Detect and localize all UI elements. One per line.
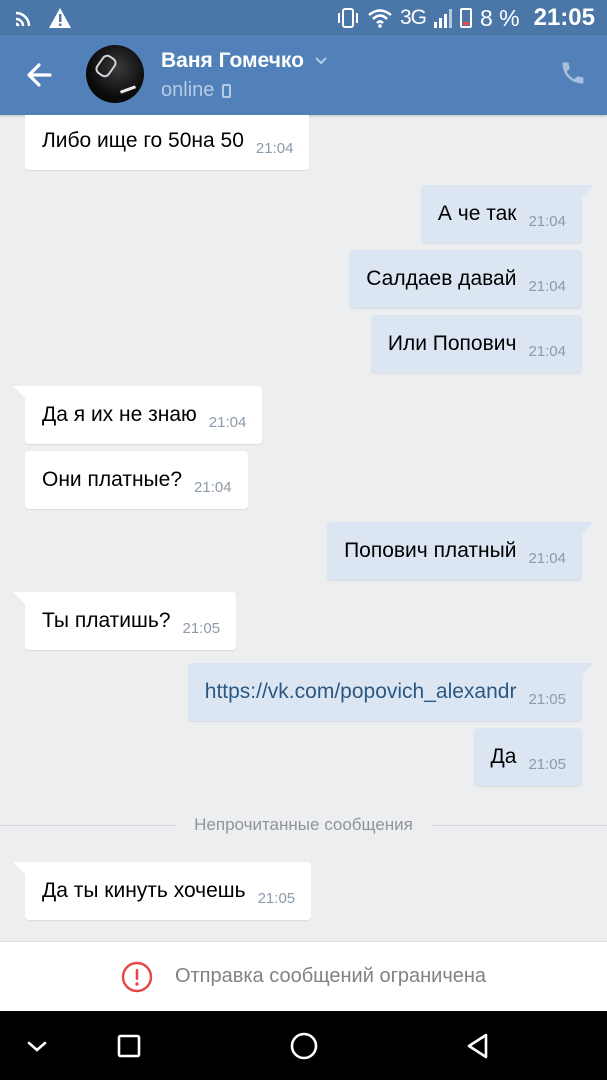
- warning-icon: [49, 8, 71, 28]
- network-type: 3G: [399, 6, 427, 29]
- message-outgoing[interactable]: https://vk.com/popovich_alexandr 21:05: [187, 663, 595, 721]
- message-time: 21:04: [528, 342, 566, 360]
- back-nav-button[interactable]: [461, 1029, 495, 1063]
- home-button[interactable]: [287, 1029, 321, 1063]
- circle-icon: [290, 1032, 318, 1060]
- message-time: 21:04: [528, 212, 566, 230]
- vibrate-icon: [337, 8, 358, 28]
- chat-header: Ваня Гомечко online: [0, 35, 607, 115]
- message-list[interactable]: Либо ище го 50на 50 21:04 А че так 21:04…: [0, 115, 607, 941]
- message-time: 21:04: [255, 139, 294, 157]
- unread-divider-label: Непрочитанные сообщения: [194, 815, 413, 834]
- message-time: 21:04: [528, 277, 566, 295]
- message-incoming[interactable]: Да я их не знаю 21:04: [12, 386, 263, 444]
- message-time: 21:05: [182, 619, 221, 637]
- message-text: Они платные?: [42, 468, 183, 491]
- mobile-icon: [222, 83, 232, 98]
- message-outgoing[interactable]: Да 21:05: [473, 728, 582, 786]
- cast-icon: [15, 11, 31, 27]
- message-time: 21:04: [208, 413, 247, 431]
- system-nav-bar: [0, 1011, 607, 1080]
- message-text: А че так: [437, 202, 517, 225]
- message-outgoing[interactable]: Салдаев давай 21:04: [349, 250, 582, 308]
- messaging-restricted-bar: Отправка сообщений ограничена: [0, 941, 607, 1011]
- exclamation-circle-icon: [121, 961, 153, 992]
- contact-name-button[interactable]: Ваня Гомечко: [161, 49, 328, 73]
- battery-percent: 8 %: [479, 4, 520, 31]
- battery-icon: [459, 8, 472, 28]
- message-outgoing[interactable]: А че так 21:04: [420, 185, 595, 243]
- message-time: 21:05: [528, 690, 566, 708]
- message-time: 21:04: [194, 478, 232, 496]
- message-incoming[interactable]: Они платные? 21:04: [25, 451, 248, 509]
- chevron-down-icon: [315, 57, 327, 65]
- message-text: Да: [490, 745, 517, 768]
- unread-divider: Непрочитанные сообщения: [0, 812, 607, 838]
- message-incoming[interactable]: Либо ище го 50на 50 21:04: [25, 115, 310, 170]
- square-icon: [117, 1034, 141, 1058]
- message-time: 21:04: [528, 549, 566, 567]
- recents-button[interactable]: [112, 1029, 146, 1063]
- message-text: Да я их не знаю: [42, 403, 197, 426]
- wifi-icon: [368, 9, 392, 28]
- status-time: 21:05: [533, 4, 595, 31]
- message-time: 21:05: [257, 889, 296, 907]
- message-outgoing[interactable]: Или Попович 21:04: [370, 315, 582, 373]
- restriction-notice: Отправка сообщений ограничена: [174, 965, 487, 987]
- avatar[interactable]: [86, 45, 144, 103]
- status-bar: 3G 8 % 21:05: [0, 0, 607, 35]
- chevron-down-icon: [27, 1041, 47, 1052]
- call-button[interactable]: [559, 59, 587, 87]
- message-link[interactable]: https://vk.com/popovich_alexandr: [205, 680, 517, 704]
- online-status: online: [161, 79, 215, 101]
- contact-status: online: [161, 79, 232, 102]
- message-text: Попович платный: [344, 539, 517, 562]
- phone-icon: [562, 62, 584, 84]
- signal-icon: [433, 9, 452, 28]
- hide-keyboard-button[interactable]: [20, 1029, 54, 1063]
- message-text: Да ты кинуть хочешь: [42, 879, 246, 902]
- message-text: Либо ище го 50на 50: [42, 129, 244, 152]
- back-button[interactable]: [20, 57, 60, 93]
- message-text: Салдаев давай: [366, 267, 517, 290]
- message-time: 21:05: [528, 755, 566, 773]
- message-outgoing[interactable]: Попович платный 21:04: [327, 522, 594, 580]
- message-text: Ты платишь?: [42, 609, 171, 632]
- triangle-back-icon: [467, 1033, 488, 1059]
- message-incoming[interactable]: Ты платишь? 21:05: [12, 592, 237, 650]
- message-text: Или Попович: [387, 332, 517, 355]
- status-right-icons: 3G 8 % 21:05: [336, 4, 595, 32]
- status-left-icons: [14, 6, 72, 30]
- message-incoming[interactable]: Да ты кинуть хочешь 21:05: [12, 862, 312, 920]
- contact-name: Ваня Гомечко: [161, 49, 304, 72]
- arrow-left-icon: [27, 63, 52, 87]
